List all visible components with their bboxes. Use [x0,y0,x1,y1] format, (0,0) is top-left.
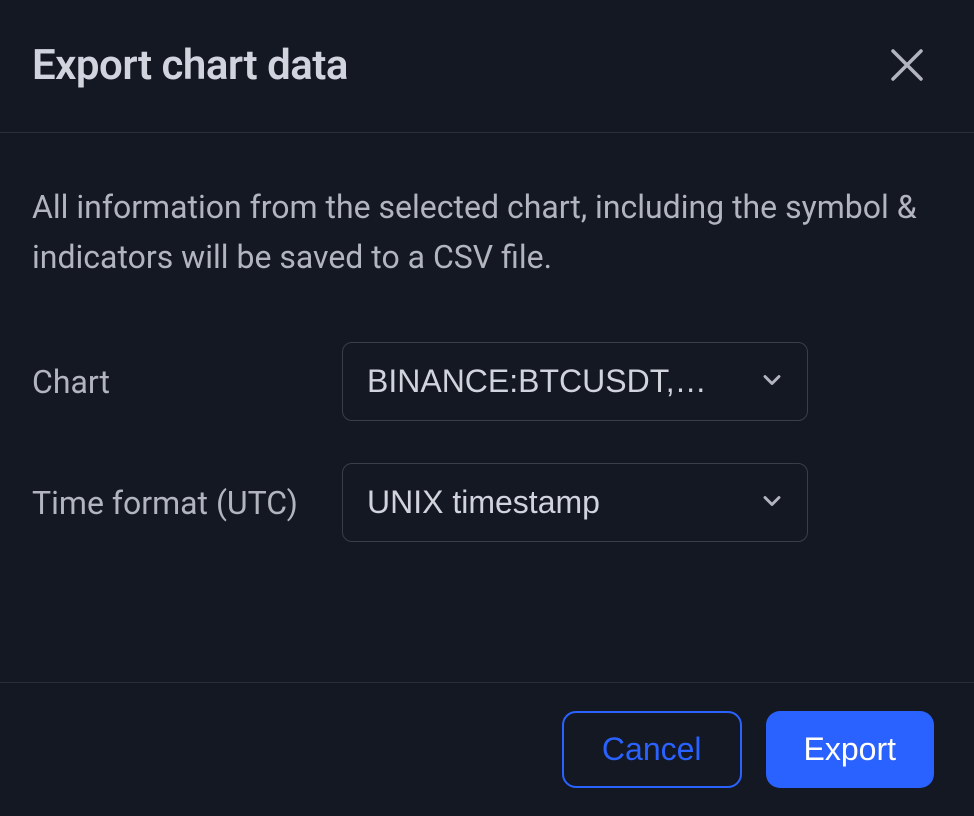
chart-select[interactable]: BINANCE:BTCUSDT,… [342,342,808,421]
modal-body: All information from the selected chart,… [0,133,974,682]
close-button[interactable] [880,38,934,92]
time-format-select-value: UNIX timestamp [367,484,600,521]
chart-label: Chart [32,342,342,408]
time-format-field-row: Time format (UTC) UNIX timestamp [32,463,942,542]
cancel-button[interactable]: Cancel [562,711,742,788]
export-button[interactable]: Export [766,711,934,788]
chart-select-value: BINANCE:BTCUSDT,… [367,363,707,400]
time-format-label: Time format (UTC) [32,463,342,529]
export-chart-modal: Export chart data All information from t… [0,0,974,816]
modal-title: Export chart data [32,41,348,90]
description-text: All information from the selected chart,… [32,183,942,282]
modal-header: Export chart data [0,0,974,133]
modal-footer: Cancel Export [0,682,974,816]
close-icon [886,44,928,86]
time-format-select[interactable]: UNIX timestamp [342,463,808,542]
time-format-select-wrapper: UNIX timestamp [342,463,808,542]
chart-field-row: Chart BINANCE:BTCUSDT,… [32,342,942,421]
chart-select-wrapper: BINANCE:BTCUSDT,… [342,342,808,421]
